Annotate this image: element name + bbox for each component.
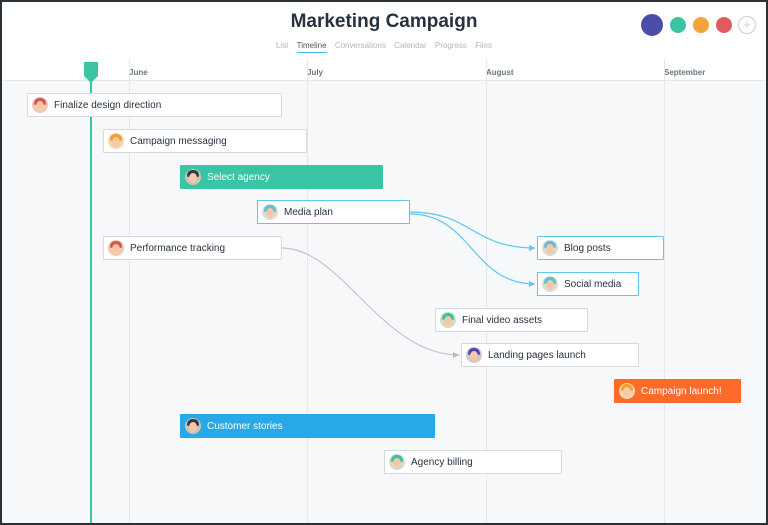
task-label: Agency billing [411,456,473,468]
task-label: Performance tracking [130,242,226,254]
task-label: Final video assets [462,314,543,326]
month-label: June [129,68,148,77]
task-label: Blog posts [564,242,611,254]
task-bar[interactable]: Performance tracking [103,236,282,260]
today-marker-icon[interactable] [84,62,98,84]
task-bar[interactable]: Social media [537,272,639,296]
task-label: Campaign launch! [641,385,722,397]
task-bar[interactable]: Blog posts [537,236,664,260]
assignee-avatar [32,97,48,113]
month-label: August [486,68,514,77]
assignee-avatar [108,240,124,256]
task-label: Social media [564,278,622,290]
month-gridline [664,59,665,523]
month-label: September [664,68,706,77]
month-gridline [307,59,308,523]
assignee-avatar [389,454,405,470]
task-bar[interactable]: Media plan [257,200,410,224]
arrow-head-icon [529,245,535,251]
assignee-avatar [185,169,201,185]
add-member-button[interactable]: + [738,16,756,34]
arrow-head-icon [453,352,459,358]
task-bar[interactable]: Campaign messaging [103,129,307,153]
task-label: Select agency [207,171,270,183]
task-label: Campaign messaging [130,135,227,147]
member-avatar[interactable] [639,12,665,38]
assignee-avatar [440,312,456,328]
task-bar[interactable]: Customer stories [180,414,435,438]
assignee-avatar [542,240,558,256]
project-members: + [636,12,756,38]
assignee-avatar [262,204,278,220]
month-label: July [307,68,324,77]
assignee-avatar [185,418,201,434]
task-label: Landing pages launch [488,349,586,361]
task-label: Customer stories [207,420,283,432]
dependency-link [409,211,536,249]
assignee-avatar [466,347,482,363]
tab-progress[interactable]: Progress [435,41,467,52]
task-label: Media plan [284,206,333,218]
view-tabs: List Timeline Conversations Calendar Pro… [2,41,766,53]
dependency-link [409,213,536,285]
task-label: Finalize design direction [54,99,162,111]
task-bar[interactable]: Campaign launch! [614,379,741,403]
task-bar[interactable]: Agency billing [384,450,562,474]
tab-list[interactable]: List [276,41,288,52]
member-avatar[interactable] [668,15,688,35]
member-avatar[interactable] [714,15,734,35]
project-header: Marketing Campaign List Timeline Convers… [2,2,766,59]
tab-calendar[interactable]: Calendar [394,41,426,52]
member-avatar[interactable] [691,15,711,35]
arrow-head-icon [529,281,535,287]
tab-files[interactable]: Files [475,41,492,52]
dependency-link [281,247,460,356]
task-bar[interactable]: Finalize design direction [27,93,282,117]
task-bar[interactable]: Final video assets [435,308,588,332]
task-bar[interactable]: Select agency [180,165,383,189]
app-window: Marketing Campaign List Timeline Convers… [2,2,766,523]
month-header: June July August September [2,58,766,81]
today-line [90,66,92,523]
assignee-avatar [619,383,635,399]
assignee-avatar [108,133,124,149]
tab-conversations[interactable]: Conversations [335,41,386,52]
assignee-avatar [542,276,558,292]
task-bar[interactable]: Landing pages launch [461,343,639,367]
tab-timeline[interactable]: Timeline [296,41,327,53]
